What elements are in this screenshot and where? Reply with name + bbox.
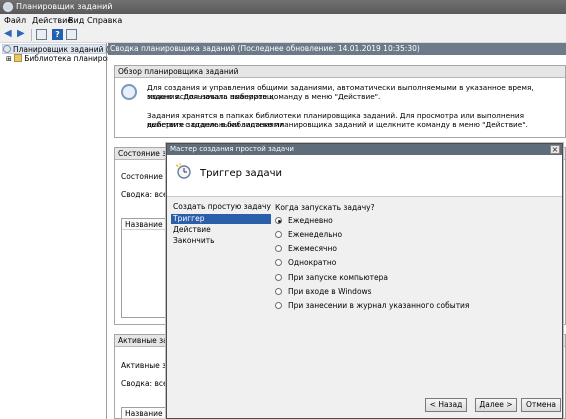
overview-para1-line2: задания. Для начала выберите команду в м… bbox=[147, 92, 381, 101]
radio-one-time[interactable]: Однократно bbox=[275, 258, 336, 268]
radio-button[interactable] bbox=[275, 231, 282, 238]
show-hide-console-tree-icon[interactable] bbox=[36, 29, 47, 40]
wizard-body: Когда запускать задачу? Ежедневно Еженед… bbox=[271, 197, 563, 397]
window-title: Планировщик заданий bbox=[16, 2, 113, 11]
step-trigger[interactable]: Триггер bbox=[171, 214, 271, 224]
help-icon[interactable]: ? bbox=[52, 29, 63, 40]
task-scheduler-app-icon bbox=[3, 2, 13, 12]
radio-label: Еженедельно bbox=[288, 230, 343, 239]
content-header: Сводка планировщика заданий (Последнее о… bbox=[108, 43, 566, 55]
trigger-question: Когда запускать задачу? bbox=[275, 203, 375, 212]
step-finish[interactable]: Закончить bbox=[171, 236, 271, 246]
wizard-title: Мастер создания простой задачи bbox=[170, 145, 294, 153]
radio-on-event[interactable]: При занесении в журнал указанного событи… bbox=[275, 301, 469, 311]
radio-label: При входе в Windows bbox=[288, 287, 372, 296]
radio-button[interactable] bbox=[275, 288, 282, 295]
menu-file[interactable]: Файл bbox=[4, 16, 26, 25]
menu-bar: Файл Действие Вид Справка bbox=[0, 14, 566, 27]
radio-label: При запуске компьютера bbox=[288, 273, 388, 282]
radio-button[interactable] bbox=[275, 259, 282, 266]
trigger-clock-icon bbox=[176, 163, 191, 179]
tree-item-task-scheduler[interactable]: Планировщик заданий (Локал bbox=[2, 44, 133, 54]
tree-item-task-library[interactable]: ⊞ Библиотека планировщ bbox=[6, 54, 119, 64]
create-basic-task-wizard: Мастер создания простой задачи × Триггер… bbox=[166, 143, 563, 419]
forward-arrow-icon[interactable]: ▶ bbox=[17, 29, 28, 40]
back-button[interactable]: < Назад bbox=[425, 398, 467, 412]
radio-label: При занесении в журнал указанного событи… bbox=[288, 301, 470, 310]
radio-label: Ежемесячно bbox=[288, 244, 337, 253]
back-arrow-icon[interactable]: ◀ bbox=[4, 29, 15, 40]
overview-section: Обзор планировщика заданий Для создания … bbox=[114, 65, 566, 138]
cancel-button[interactable]: Отмена bbox=[521, 398, 561, 412]
wizard-titlebar: Мастер создания простой задачи × bbox=[167, 144, 562, 155]
show-action-pane-icon[interactable] bbox=[66, 29, 77, 40]
close-icon[interactable]: × bbox=[550, 145, 560, 154]
radio-label: Однократно bbox=[288, 258, 337, 267]
menu-help[interactable]: Справка bbox=[87, 16, 122, 25]
radio-button[interactable] bbox=[275, 274, 282, 281]
step-create-basic-task[interactable]: Создать простую задачу bbox=[171, 202, 271, 212]
clock-icon bbox=[3, 45, 11, 53]
task-status-line: Состояние bbox=[121, 172, 163, 181]
radio-weekly[interactable]: Еженедельно bbox=[275, 230, 342, 240]
overview-section-title[interactable]: Обзор планировщика заданий bbox=[115, 66, 565, 78]
step-action[interactable]: Действие bbox=[171, 225, 271, 235]
wizard-page-title: Триггер задачи bbox=[200, 168, 283, 179]
radio-button-checked[interactable] bbox=[275, 217, 282, 224]
menu-view[interactable]: Вид bbox=[68, 16, 84, 25]
radio-at-startup[interactable]: При запуске компьютера bbox=[275, 273, 388, 283]
toolbar-separator bbox=[31, 29, 32, 41]
menu-action[interactable]: Действие bbox=[32, 16, 72, 25]
radio-button[interactable] bbox=[275, 302, 282, 309]
radio-button[interactable] bbox=[275, 245, 282, 252]
overview-para2-line2: выберите задание в библиотеке планировщи… bbox=[147, 120, 528, 129]
task-scheduler-clock-icon bbox=[121, 84, 137, 100]
next-button[interactable]: Далее > bbox=[475, 398, 517, 412]
console-tree: Планировщик заданий (Локал ⊞ Библиотека … bbox=[0, 43, 133, 419]
radio-monthly[interactable]: Ежемесячно bbox=[275, 244, 337, 254]
tree-item-label: Библиотека планировщ bbox=[24, 54, 119, 63]
wizard-header: Триггер задачи bbox=[167, 155, 562, 197]
window-titlebar: Планировщик заданий bbox=[0, 0, 566, 14]
radio-at-logon[interactable]: При входе в Windows bbox=[275, 287, 372, 297]
expand-plus-icon[interactable]: ⊞ bbox=[6, 55, 12, 63]
folder-icon bbox=[14, 54, 23, 62]
radio-label: Ежедневно bbox=[288, 216, 333, 225]
toolbar: ◀ ▶ ? bbox=[0, 27, 566, 43]
radio-daily[interactable]: Ежедневно bbox=[275, 216, 333, 226]
